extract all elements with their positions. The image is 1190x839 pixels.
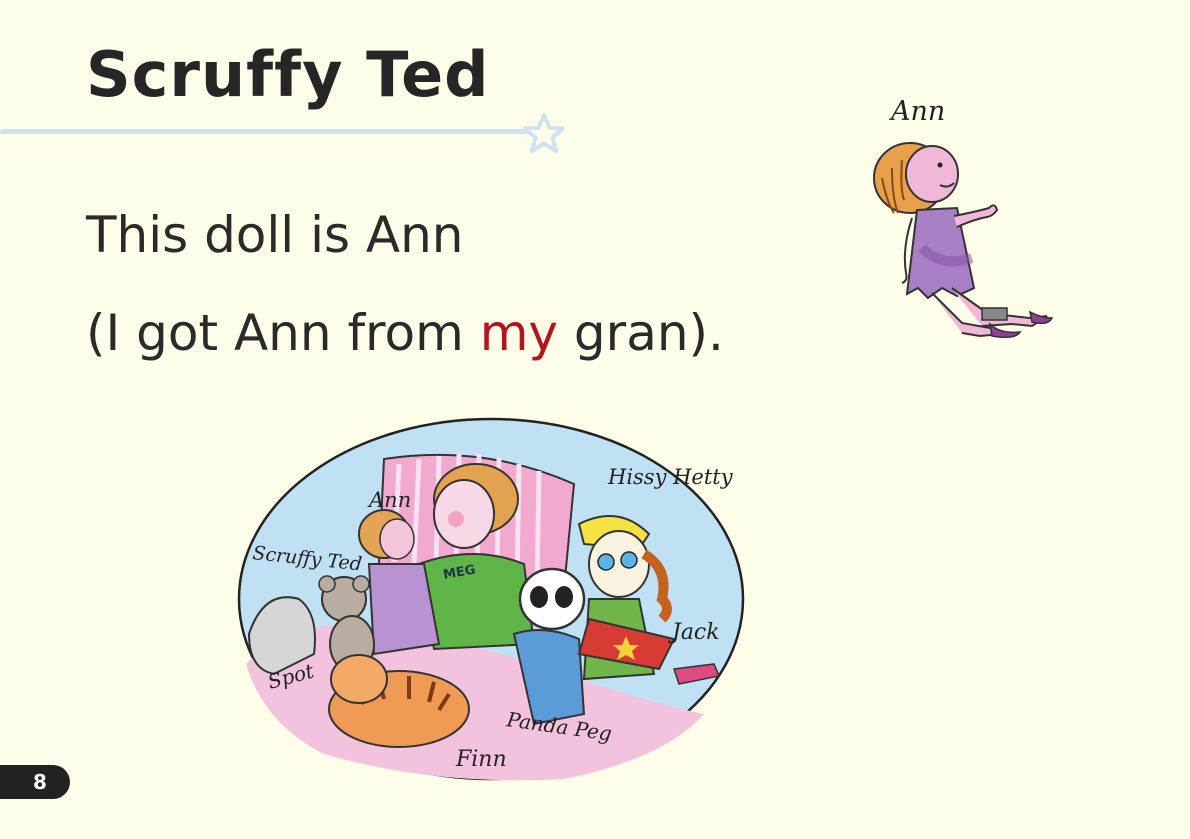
doll-caption: Ann [891,96,946,127]
label-finn: Finn [455,747,507,772]
label-jack: Jack [668,620,720,645]
ann-doll-illustration [873,142,1054,339]
star-icon [523,113,565,153]
sentence-line-1: This doll is Ann [86,206,464,264]
title-underline [0,129,540,134]
page-number: 8 [33,770,47,794]
sentence-line-2: (I got Ann from my gran). [86,304,724,362]
sentence-text-end: gran). [558,304,724,362]
label-hissy-hetty: Hissy Hetty [607,465,734,489]
label-ann: Ann [367,488,411,512]
sentence-text: This doll is Ann [86,206,464,264]
page-title: Scruffy Ted [86,38,490,111]
highlighted-word: my [479,304,558,362]
bed-scene-illustration: Ann Scruffy Ted Hissy Hetty Jack Spot Pa… [237,417,745,781]
sentence-text-start: (I got Ann from [86,304,480,362]
